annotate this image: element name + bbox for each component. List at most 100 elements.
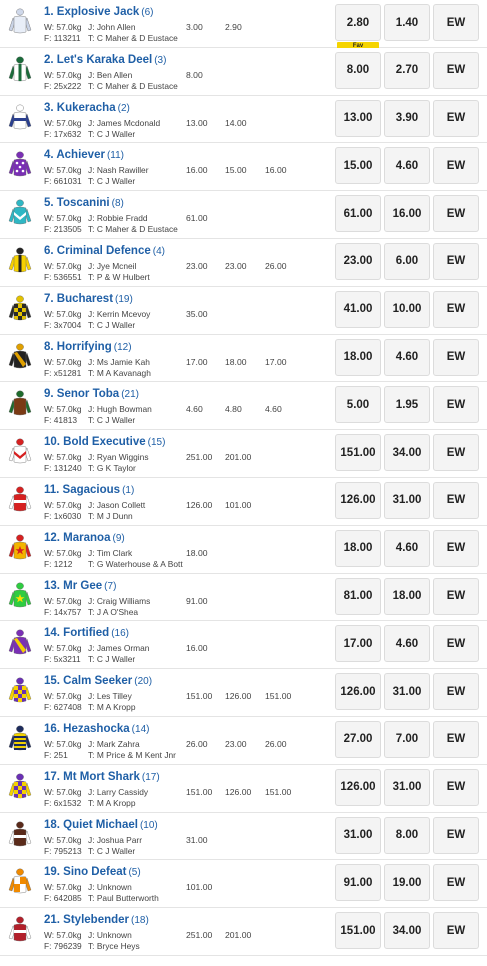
each-way-button[interactable]: EW bbox=[433, 816, 479, 854]
win-odds-button[interactable]: 61.00 bbox=[335, 195, 381, 233]
runner-name[interactable]: 1. Explosive Jack bbox=[44, 6, 139, 18]
runner-name[interactable]: 5. Toscanini bbox=[44, 197, 110, 209]
each-way-button[interactable]: EW bbox=[433, 673, 479, 711]
runner-title[interactable]: 10. Bold Executive (15) bbox=[44, 436, 165, 448]
runner-name[interactable]: 17. Mt Mort Shark bbox=[44, 771, 140, 783]
win-odds-button[interactable]: 13.00 bbox=[335, 99, 381, 137]
place-odds-button[interactable]: 3.90 bbox=[384, 99, 430, 137]
runner-name[interactable]: 6. Criminal Defence bbox=[44, 245, 151, 257]
each-way-button[interactable]: EW bbox=[433, 481, 479, 519]
place-odds-button[interactable]: 8.00 bbox=[384, 816, 430, 854]
runner-title[interactable]: 9. Senor Toba (21) bbox=[44, 388, 139, 400]
runner-title[interactable]: 7. Bucharest (19) bbox=[44, 293, 133, 305]
each-way-button[interactable]: EW bbox=[433, 912, 479, 950]
runner-title[interactable]: 21. Stylebender (18) bbox=[44, 914, 149, 926]
place-odds-button[interactable]: 31.00 bbox=[384, 768, 430, 806]
runner-title[interactable]: 12. Maranoa (9) bbox=[44, 532, 125, 544]
place-odds-button[interactable]: 34.00 bbox=[384, 912, 430, 950]
runner-name[interactable]: 14. Fortified bbox=[44, 627, 109, 639]
runner-title[interactable]: 15. Calm Seeker (20) bbox=[44, 675, 152, 687]
place-odds-button[interactable]: 18.00 bbox=[384, 577, 430, 615]
runner-name[interactable]: 7. Bucharest bbox=[44, 293, 113, 305]
win-odds-button[interactable]: 151.00 bbox=[335, 912, 381, 950]
win-odds-button[interactable]: 18.00 bbox=[335, 338, 381, 376]
place-odds-button[interactable]: 4.60 bbox=[384, 338, 430, 376]
place-odds-button[interactable]: 1.95 bbox=[384, 386, 430, 424]
runner-title[interactable]: 2. Let's Karaka Deel (3) bbox=[44, 54, 166, 66]
runner-title[interactable]: 14. Fortified (16) bbox=[44, 627, 129, 639]
runner-title[interactable]: 16. Hezashocka (14) bbox=[44, 723, 149, 735]
win-odds-button[interactable]: 23.00 bbox=[335, 242, 381, 280]
place-odds-button[interactable]: 31.00 bbox=[384, 481, 430, 519]
runner-title[interactable]: 11. Sagacious (1) bbox=[44, 484, 134, 496]
each-way-button[interactable]: EW bbox=[433, 768, 479, 806]
win-odds-button[interactable]: 5.00 bbox=[335, 386, 381, 424]
runner-name[interactable]: 21. Stylebender bbox=[44, 914, 129, 926]
win-odds-button[interactable]: 126.00 bbox=[335, 481, 381, 519]
runner-name[interactable]: 12. Maranoa bbox=[44, 532, 110, 544]
each-way-button[interactable]: EW bbox=[433, 434, 479, 472]
runner-name[interactable]: 16. Hezashocka bbox=[44, 723, 130, 735]
each-way-button[interactable]: EW bbox=[433, 147, 479, 185]
place-odds-button[interactable]: 19.00 bbox=[384, 864, 430, 902]
each-way-button[interactable]: EW bbox=[433, 577, 479, 615]
each-way-button[interactable]: EW bbox=[433, 625, 479, 663]
each-way-button[interactable]: EW bbox=[433, 195, 479, 233]
each-way-button[interactable]: EW bbox=[433, 720, 479, 758]
win-odds-button[interactable]: 41.00 bbox=[335, 290, 381, 328]
place-odds-button[interactable]: 31.00 bbox=[384, 673, 430, 711]
win-odds-button[interactable]: 126.00 bbox=[335, 673, 381, 711]
runner-title[interactable]: 19. Sino Defeat (5) bbox=[44, 866, 141, 878]
win-odds-button[interactable]: 18.00 bbox=[335, 529, 381, 567]
runner-name[interactable]: 18. Quiet Michael bbox=[44, 819, 138, 831]
place-odds-button[interactable]: 16.00 bbox=[384, 195, 430, 233]
runner-title[interactable]: 17. Mt Mort Shark (17) bbox=[44, 771, 160, 783]
win-odds-button[interactable]: 8.00 bbox=[335, 51, 381, 89]
runner-title[interactable]: 18. Quiet Michael (10) bbox=[44, 819, 158, 831]
runner-name[interactable]: 3. Kukeracha bbox=[44, 102, 116, 114]
runner-title[interactable]: 3. Kukeracha (2) bbox=[44, 102, 130, 114]
place-odds-button[interactable]: 2.70 bbox=[384, 51, 430, 89]
place-odds-button[interactable]: 10.00 bbox=[384, 290, 430, 328]
place-odds-button[interactable]: 34.00 bbox=[384, 434, 430, 472]
runner-name[interactable]: 2. Let's Karaka Deel bbox=[44, 54, 152, 66]
runner-name[interactable]: 10. Bold Executive bbox=[44, 436, 146, 448]
place-odds-button[interactable]: 1.40 bbox=[384, 4, 430, 41]
runner-title[interactable]: 6. Criminal Defence (4) bbox=[44, 245, 165, 257]
each-way-button[interactable]: EW bbox=[433, 4, 479, 41]
place-odds-button[interactable]: 7.00 bbox=[384, 720, 430, 758]
win-odds-button[interactable]: 81.00 bbox=[335, 577, 381, 615]
place-odds-button[interactable]: 4.60 bbox=[384, 625, 430, 663]
runner-title[interactable]: 4. Achiever (11) bbox=[44, 149, 124, 161]
runner-name[interactable]: 4. Achiever bbox=[44, 149, 105, 161]
runner-name[interactable]: 8. Horrifying bbox=[44, 341, 112, 353]
each-way-button[interactable]: EW bbox=[433, 290, 479, 328]
win-odds-button[interactable]: 17.00 bbox=[335, 625, 381, 663]
place-odds-button[interactable]: 4.60 bbox=[384, 529, 430, 567]
runner-title[interactable]: 8. Horrifying (12) bbox=[44, 341, 132, 353]
runner-name[interactable]: 15. Calm Seeker bbox=[44, 675, 132, 687]
win-odds-button[interactable]: 126.00 bbox=[335, 768, 381, 806]
each-way-button[interactable]: EW bbox=[433, 338, 479, 376]
each-way-button[interactable]: EW bbox=[433, 864, 479, 902]
each-way-button[interactable]: EW bbox=[433, 99, 479, 137]
each-way-button[interactable]: EW bbox=[433, 386, 479, 424]
runner-title[interactable]: 5. Toscanini (8) bbox=[44, 197, 124, 209]
runner-title[interactable]: 1. Explosive Jack (6) bbox=[44, 6, 154, 18]
each-way-button[interactable]: EW bbox=[433, 529, 479, 567]
place-odds-button[interactable]: 6.00 bbox=[384, 242, 430, 280]
runner-title[interactable]: 13. Mr Gee (7) bbox=[44, 580, 116, 592]
win-odds-button[interactable]: 31.00 bbox=[335, 816, 381, 854]
runner-name[interactable]: 19. Sino Defeat bbox=[44, 866, 126, 878]
runner-name[interactable]: 9. Senor Toba bbox=[44, 388, 119, 400]
each-way-button[interactable]: EW bbox=[433, 242, 479, 280]
win-odds-button[interactable]: 151.00 bbox=[335, 434, 381, 472]
runner-name[interactable]: 13. Mr Gee bbox=[44, 580, 102, 592]
win-odds-button[interactable]: 2.80 bbox=[335, 4, 381, 41]
win-odds-button[interactable]: 91.00 bbox=[335, 864, 381, 902]
win-odds-button[interactable]: 15.00 bbox=[335, 147, 381, 185]
each-way-button[interactable]: EW bbox=[433, 51, 479, 89]
runner-name[interactable]: 11. Sagacious bbox=[44, 484, 120, 496]
win-odds-button[interactable]: 27.00 bbox=[335, 720, 381, 758]
place-odds-button[interactable]: 4.60 bbox=[384, 147, 430, 185]
